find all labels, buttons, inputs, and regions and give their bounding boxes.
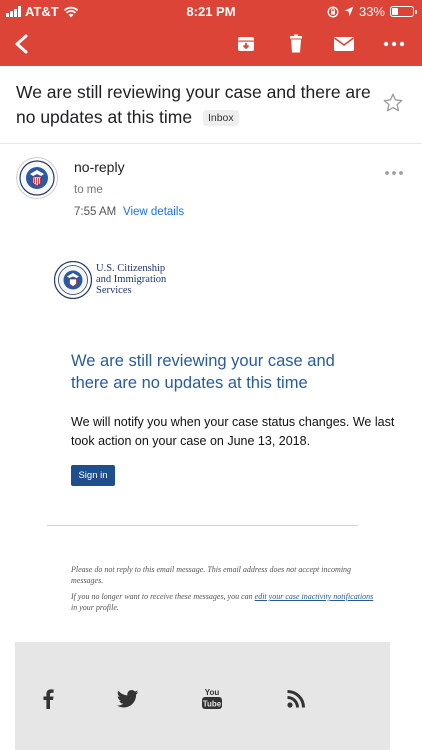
uscis-seal-icon [53,260,93,300]
org-line-1: U.S. Citizenship [96,263,166,274]
more-vert-icon[interactable] [380,30,408,58]
subject-text: We are still reviewing your case and the… [16,82,371,127]
youtube-tube-text: Tube [203,700,222,709]
view-details-link[interactable]: View details [123,206,184,218]
back-arrow-icon[interactable] [8,30,36,58]
facebook-icon[interactable] [35,686,61,712]
rss-icon[interactable] [283,686,309,712]
twitter-icon[interactable] [115,686,141,712]
no-reply-disclaimer: Please do not reply to this email messag… [71,565,352,585]
delete-icon[interactable] [282,30,310,58]
unsubscribe-prefix: If you no longer want to receive these m… [71,592,255,601]
inbox-label-chip[interactable]: Inbox [202,110,239,126]
avatar[interactable] [16,157,58,199]
org-line-3: Services [96,285,132,296]
email-subject: We are still reviewing your case and the… [16,80,376,130]
youtube-you-text: You [205,688,220,697]
recipient-label[interactable]: to me [74,184,103,196]
sender-name: no-reply [74,159,125,175]
youtube-icon[interactable]: You Tube [199,686,225,712]
unsubscribe-suffix: in your profile. [71,603,119,612]
divider [0,143,422,144]
status-bar: AT&T 8:21 PM 33% [0,0,422,22]
email-paragraph: We will notify you when your case status… [71,415,395,448]
sign-in-button[interactable]: Sign in [71,465,115,486]
unsubscribe-note: If you no longer want to receive these m… [71,591,381,613]
email-footer: You Tube [15,642,390,750]
battery-fill [392,8,398,15]
archive-icon[interactable] [232,30,260,58]
sent-time: 7:55 AM [74,206,117,218]
battery-icon [390,6,417,17]
message-more-icon[interactable] [384,163,404,179]
email-headline: We are still reviewing your case and the… [71,352,335,392]
org-line-2: and Immigration [96,274,167,285]
dhs-seal-icon [16,157,58,199]
status-right: 33% [327,4,417,19]
battery-percent: 33% [358,4,385,19]
star-icon[interactable] [382,92,406,116]
edit-notifications-link[interactable]: edit your case inactivity notifications [255,592,374,601]
location-icon [344,6,354,17]
uscis-wordmark: U.S. Citizenship and Immigration Service… [96,263,166,296]
orientation-lock-icon [327,6,339,17]
body-divider [47,525,358,526]
app-bar [0,22,422,66]
mark-unread-icon[interactable] [330,30,358,58]
